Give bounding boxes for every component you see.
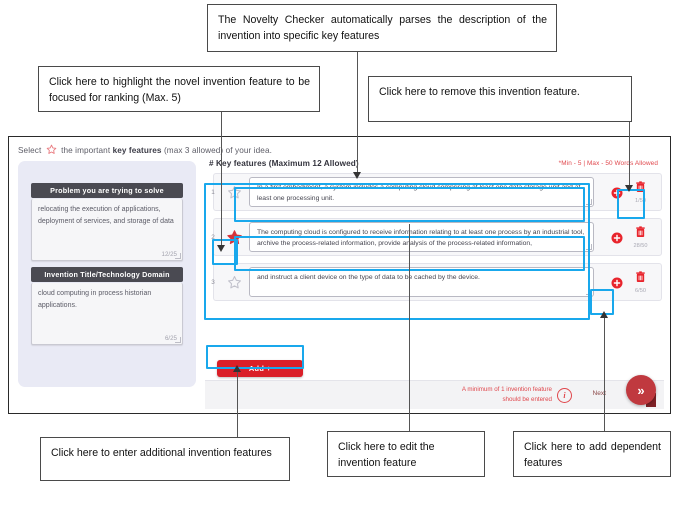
feature-row-3-number: 3: [211, 278, 215, 286]
connector-add-features: [237, 371, 239, 437]
card-invention-title: Invention Title/Technology Domain cloud …: [31, 267, 183, 346]
feature-row-1-star-button[interactable]: [219, 185, 249, 200]
connector-parse: [357, 52, 359, 173]
annotation-dependent-features-text: Click here to add dependent features: [524, 441, 661, 470]
annotation-remove-text: Click here to remove this invention feat…: [379, 86, 580, 98]
connector-remove: [629, 122, 631, 186]
feature-row-1-resize-handle[interactable]: [586, 199, 592, 205]
feature-row-3-textarea[interactable]: and instruct a client device on the type…: [249, 267, 594, 297]
select-instruction: Select the important key features (max 3…: [18, 144, 272, 157]
add-feature-button[interactable]: Add +: [217, 360, 303, 377]
feature-row-1-textarea[interactable]: In a first embodiment, a system includes…: [249, 177, 594, 207]
feature-row-2-delete[interactable]: 28/50: [630, 225, 652, 249]
select-instruction-bold: key features: [112, 146, 162, 155]
annotation-parse: The Novelty Checker automatically parses…: [207, 4, 557, 52]
feature-row-1-delete[interactable]: 1/50: [630, 180, 652, 204]
feature-row-2: 2 The computing cloud is configured to r…: [207, 218, 662, 256]
app-content: Select the important key features (max 3…: [9, 137, 670, 413]
card-problem-title: Problem you are trying to solve: [31, 183, 183, 199]
connector-star-arrow: [217, 245, 225, 252]
annotation-add-features-text: Click here to enter additional invention…: [51, 447, 272, 459]
feature-row-1-text: In a first embodiment, a system includes…: [257, 184, 581, 203]
feature-row-2-resize-handle[interactable]: [586, 244, 592, 250]
star-outline-icon: [46, 144, 57, 157]
screenshot-stage: The Novelty Checker automatically parses…: [0, 0, 687, 505]
feature-row-3-star-button[interactable]: [219, 275, 249, 290]
feature-row-3-resize-handle[interactable]: [586, 289, 592, 295]
feature-row-3-delete[interactable]: 6/50: [630, 270, 652, 294]
card-problem: Problem you are trying to solve relocati…: [31, 183, 183, 262]
connector-remove-arrow: [625, 185, 633, 192]
feature-row-3-actions: 6/50: [594, 270, 662, 294]
connector-dependent-features-arrow: [600, 311, 608, 318]
feature-row-2-counter: 28/50: [633, 243, 648, 249]
feature-row-1-actions: 1/50: [594, 180, 662, 204]
minimum-feature-warning: A minimum of 1 invention feature should …: [461, 386, 552, 403]
select-instruction-middle: the important: [61, 146, 111, 155]
info-circle-icon[interactable]: i: [557, 388, 572, 403]
add-dependent-feature-icon[interactable]: [611, 276, 623, 289]
idea-summary-panel: Problem you are trying to solve relocati…: [18, 161, 196, 387]
feature-row-2-star-button[interactable]: [219, 229, 249, 246]
annotation-edit-feature-text: Click here to edit the invention feature: [338, 441, 435, 470]
next-button[interactable]: »: [626, 375, 656, 405]
connector-star: [221, 112, 223, 246]
trash-icon: [636, 226, 645, 238]
connector-add-features-arrow: [233, 365, 241, 372]
annotation-star: Click here to highlight the novel invent…: [38, 66, 320, 112]
select-instruction-suffix: (max 3 allowed) of your idea.: [163, 146, 272, 155]
wizard-footer: A minimum of 1 invention feature should …: [205, 375, 664, 409]
feature-row-2-textarea[interactable]: The computing cloud is configured to rec…: [249, 222, 594, 252]
annotation-remove: Click here to remove this invention feat…: [368, 76, 632, 122]
annotation-star-text: Click here to highlight the novel invent…: [49, 76, 310, 105]
annotation-edit-feature: Click here to edit the invention feature: [327, 431, 485, 477]
app-window: Select the important key features (max 3…: [8, 136, 671, 414]
card-problem-text: relocating the execution of applications…: [38, 206, 174, 225]
card-invention-title-body[interactable]: cloud computing in process historian app…: [31, 283, 183, 346]
add-dependent-feature-icon[interactable]: [611, 231, 623, 244]
feature-row-1-counter: 1/50: [635, 198, 646, 204]
card-problem-body[interactable]: relocating the execution of applications…: [31, 199, 183, 262]
feature-row-2-number: 2: [211, 233, 215, 241]
connector-parse-arrow: [353, 172, 361, 179]
card-problem-resize-handle[interactable]: [175, 253, 181, 260]
add-dependent-feature-icon[interactable]: [611, 186, 623, 199]
key-features-heading: # Key features (Maximum 12 Allowed): [209, 159, 359, 168]
trash-icon: [636, 181, 645, 193]
feature-row-1: 1 In a first embodiment, a system includ…: [207, 173, 662, 211]
feature-row-2-actions: 28/50: [594, 225, 662, 249]
feature-row-1-number: 1: [211, 188, 215, 196]
feature-row-2-text: The computing cloud is configured to rec…: [257, 229, 585, 248]
key-features-rows: 1 In a first embodiment, a system includ…: [207, 173, 662, 308]
key-features-word-hint: *Min - 5 | Max - 50 Words Allowed: [558, 160, 658, 167]
annotation-dependent-features: Click here to add dependent features: [513, 431, 671, 477]
star-filled-icon: [226, 229, 242, 244]
key-features-panel: # Key features (Maximum 12 Allowed) *Min…: [205, 159, 664, 409]
star-outline-icon: [227, 185, 241, 198]
annotation-add-features: Click here to enter additional invention…: [40, 437, 290, 481]
feature-row-3-text: and instruct a client device on the type…: [257, 274, 480, 281]
star-outline-icon: [227, 275, 241, 288]
select-instruction-prefix: Select: [18, 146, 42, 155]
card-invention-title-text: cloud computing in process historian app…: [38, 290, 152, 309]
annotation-parse-text: The Novelty Checker automatically parses…: [218, 14, 547, 43]
connector-edit-feature: [409, 224, 411, 431]
card-invention-title-resize-handle[interactable]: [175, 337, 181, 344]
feature-row-3: 3 and instruct a client device on the ty…: [207, 263, 662, 301]
connector-dependent-features: [604, 316, 606, 431]
card-invention-title-title: Invention Title/Technology Domain: [31, 267, 183, 283]
feature-row-3-counter: 6/50: [635, 288, 646, 294]
trash-icon: [636, 271, 645, 283]
